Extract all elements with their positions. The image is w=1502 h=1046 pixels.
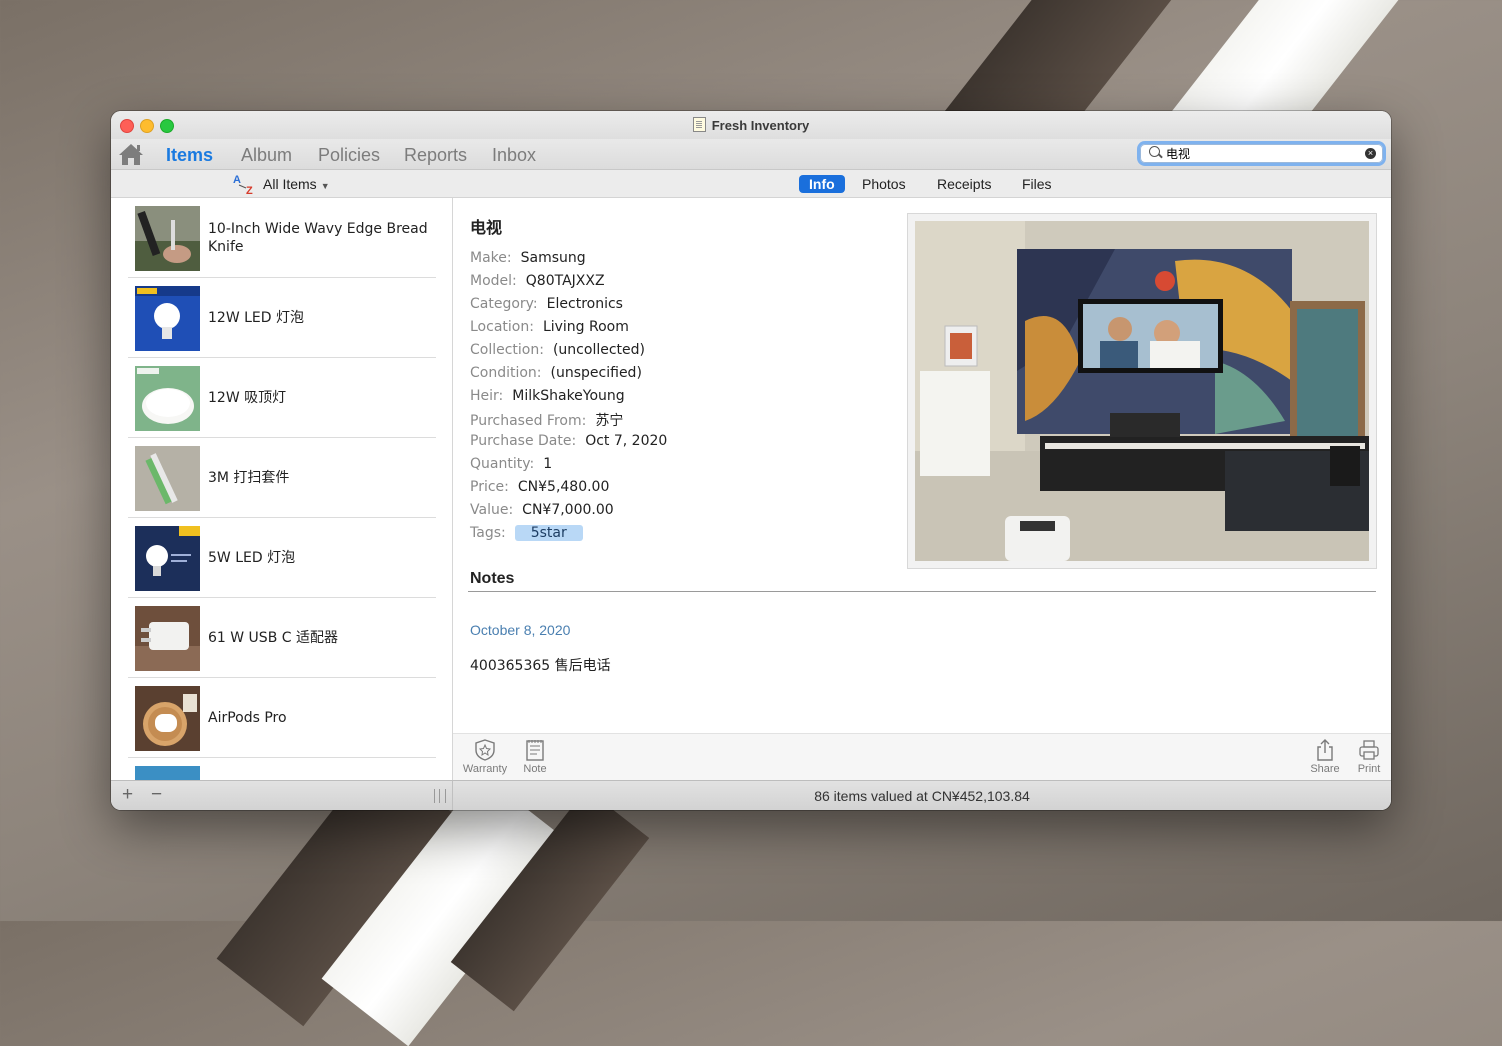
item-thumbnail (135, 366, 200, 431)
remove-item-button[interactable]: − (151, 784, 162, 806)
field-purchased-from: Purchased From: 苏宁 (470, 413, 624, 429)
wallpaper-light-stripe (321, 773, 569, 1046)
field-heir: Heir: MilkShakeYoung (470, 388, 625, 404)
tab-policies[interactable]: Policies (318, 145, 380, 166)
note-date: October 8, 2020 (470, 622, 571, 638)
item-photo[interactable] (915, 221, 1369, 561)
chevron-down-icon: ▼ (320, 181, 330, 191)
tab-files[interactable]: Files (1022, 176, 1052, 192)
tab-receipts[interactable]: Receipts (937, 176, 991, 192)
field-quantity: Quantity: 1 (470, 456, 553, 472)
app-window: Fresh Inventory Items Album Policies Rep… (111, 111, 1391, 810)
search-icon (1149, 146, 1160, 157)
tab-items[interactable]: Items (166, 145, 213, 166)
window-title: Fresh Inventory (111, 117, 1391, 133)
list-item[interactable]: 3M 打扫套件 (128, 438, 436, 518)
tab-info[interactable]: Info (799, 175, 845, 193)
clear-search-icon[interactable]: × (1365, 148, 1376, 159)
item-title: 电视 (470, 218, 503, 237)
list-item[interactable]: 12W 吸顶灯 (128, 358, 436, 438)
field-category: Category: Electronics (470, 296, 623, 312)
printer-icon (1359, 740, 1379, 760)
search-field[interactable]: × (1140, 144, 1383, 163)
home-icon[interactable] (118, 142, 144, 166)
item-thumbnail (135, 286, 200, 351)
item-thumbnail (135, 606, 200, 671)
list-item[interactable]: 10-Inch Wide Wavy Edge Bread Knife (128, 198, 436, 278)
item-photo-frame (907, 213, 1377, 569)
item-thumbnail (135, 686, 200, 751)
shield-icon (475, 739, 495, 761)
item-name: 3M 打扫套件 (208, 469, 290, 486)
document-icon (692, 117, 706, 132)
notes-heading: Notes (470, 570, 515, 587)
field-condition: Condition: (unspecified) (470, 365, 642, 381)
search-input[interactable] (1166, 145, 1356, 161)
field-make: Make: Samsung (470, 250, 586, 266)
field-tags: Tags: 5star (470, 525, 583, 541)
note-label: Note (523, 763, 547, 775)
note-text[interactable]: 400365365 售后电话 (470, 655, 611, 675)
item-list[interactable]: 10-Inch Wide Wavy Edge Bread Knife 12W L… (111, 198, 453, 780)
filter-label: All Items (263, 176, 317, 192)
field-purchase-date: Purchase Date: Oct 7, 2020 (470, 433, 668, 449)
share-button[interactable]: Share (1305, 738, 1345, 775)
item-thumbnail (135, 446, 200, 511)
notepad-icon (526, 740, 544, 761)
notes-divider (468, 591, 1376, 592)
field-collection: Collection: (uncollected) (470, 342, 645, 358)
sort-az-icon[interactable]: A Z (233, 173, 257, 195)
item-thumbnail (135, 206, 200, 271)
item-name: 61 W USB C 适配器 (208, 629, 338, 646)
list-item[interactable]: 61 W USB C 适配器 (128, 598, 436, 678)
share-label: Share (1310, 763, 1340, 775)
share-icon (1317, 739, 1333, 761)
detail-toolbar: Warranty Note Share Print (453, 733, 1391, 781)
filter-dropdown[interactable]: All Items ▼ (263, 176, 330, 192)
list-item[interactable]: 12W LED 灯泡 (128, 278, 436, 358)
field-price: Price: CN¥5,480.00 (470, 479, 610, 495)
svg-text:Z: Z (246, 185, 253, 195)
list-item[interactable]: 5W LED 灯泡 (128, 518, 436, 598)
svg-text:A: A (233, 174, 241, 186)
tab-photos[interactable]: Photos (862, 176, 906, 192)
wallpaper-stripe (450, 788, 650, 1012)
field-value: Value: CN¥7,000.00 (470, 502, 614, 518)
warranty-button[interactable]: Warranty (459, 738, 511, 775)
status-bar: + − 86 items valued at CN¥452,103.84 (111, 780, 1391, 810)
item-thumbnail (135, 766, 200, 780)
inventory-summary: 86 items valued at CN¥452,103.84 (814, 788, 1030, 804)
item-thumbnail (135, 526, 200, 591)
field-location: Location: Living Room (470, 319, 629, 335)
add-item-button[interactable]: + (122, 784, 133, 806)
list-item[interactable] (128, 758, 436, 780)
tab-reports[interactable]: Reports (404, 145, 467, 166)
item-name: 12W LED 灯泡 (208, 309, 304, 326)
print-label: Print (1357, 763, 1381, 775)
print-button[interactable]: Print (1352, 738, 1386, 775)
field-model: Model: Q80TAJXXZ (470, 273, 605, 289)
secondary-toolbar: A Z All Items ▼ Info Photos Receipts File… (111, 170, 1391, 198)
title-bar: Fresh Inventory (111, 111, 1391, 140)
main-toolbar: Items Album Policies Reports Inbox × (111, 139, 1391, 170)
tab-album[interactable]: Album (241, 145, 292, 166)
item-name: 12W 吸顶灯 (208, 389, 287, 406)
sidebar-resize-handle[interactable] (434, 789, 446, 803)
note-button[interactable]: Note (519, 738, 551, 775)
item-detail: 电视 Make: Samsung Model: Q80TAJXXZ Category… (453, 198, 1391, 733)
tag-badge[interactable]: 5star (514, 525, 583, 541)
item-name: AirPods Pro (208, 709, 287, 726)
item-name: 5W LED 灯泡 (208, 549, 296, 566)
list-item[interactable]: AirPods Pro (128, 678, 436, 758)
tab-inbox[interactable]: Inbox (492, 145, 536, 166)
warranty-label: Warranty (462, 763, 508, 775)
item-name: 10-Inch Wide Wavy Edge Bread Knife (208, 220, 428, 255)
